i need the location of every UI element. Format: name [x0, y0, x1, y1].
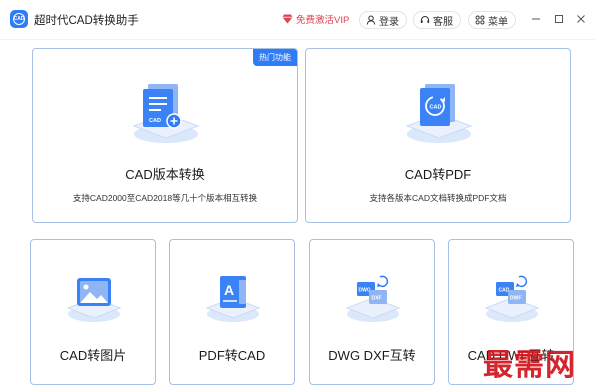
svg-text:CAD: CAD: [149, 118, 161, 124]
pdf-to-cad-title: PDF转CAD: [198, 348, 266, 363]
svg-text:CAD: CAD: [430, 105, 442, 111]
maximize-icon: [555, 15, 563, 23]
title-bar: CAD 超时代CAD转换助手 免费激活VIP 登录 客服 菜单: [0, 0, 595, 40]
svg-text:A: A: [224, 282, 234, 298]
app-title: 超时代CAD转换助手: [34, 15, 139, 27]
cad-version-convert-title: CAD版本转换: [125, 167, 205, 182]
text-a-icon: A: [205, 276, 261, 322]
menu-button[interactable]: 菜单: [468, 11, 516, 29]
dwg-dxf-swap-icon: DWG DXF: [345, 275, 401, 322]
activate-vip-button[interactable]: 免费激活VIP: [282, 12, 349, 26]
cad-to-pdf-card[interactable]: CAD CAD转PDF 支持各版本CAD文档转换成PDF文档: [305, 48, 571, 223]
cad-dwf-swap-icon: CAD DWF: [484, 275, 540, 322]
cad-version-convert-card[interactable]: 热门功能 CAD CAD版本转换 支持CAD2000至CAD2018等几十个版本…: [32, 48, 298, 223]
watermark: 最需网: [483, 349, 576, 382]
cad-to-pdf-title: CAD转PDF: [404, 167, 472, 182]
svg-text:DWF: DWF: [510, 296, 521, 302]
svg-text:DWG: DWG: [359, 288, 371, 294]
close-button[interactable]: [574, 12, 588, 26]
minimize-button[interactable]: [529, 12, 543, 26]
svg-text:DXF: DXF: [372, 296, 382, 302]
login-button[interactable]: 登录: [359, 11, 407, 29]
cad-version-convert-desc: 支持CAD2000至CAD2018等几十个版本相互转换: [72, 193, 258, 203]
cad-to-image-title: CAD转图片: [59, 348, 127, 363]
cad-to-image-card[interactable]: CAD转图片: [30, 239, 156, 385]
hot-feature-badge: 热门功能: [253, 49, 297, 66]
cad-file-plus-icon: CAD: [132, 84, 200, 143]
grid-icon: [475, 15, 485, 25]
pdf-to-cad-card[interactable]: A PDF转CAD: [169, 239, 295, 385]
customer-service-button[interactable]: 客服: [413, 11, 461, 29]
app-logo-icon: CAD: [10, 10, 28, 28]
close-icon: [577, 15, 585, 23]
picture-icon: [66, 278, 122, 322]
minimize-icon: [532, 18, 540, 20]
customer-service-label: 客服: [433, 16, 453, 28]
menu-label: 菜单: [488, 16, 508, 28]
maximize-button[interactable]: [552, 12, 566, 26]
dwg-dxf-convert-title: DWG DXF互转: [328, 348, 416, 363]
login-label: 登录: [379, 16, 399, 28]
headset-icon: [420, 16, 430, 23]
cad-to-pdf-desc: 支持各版本CAD文档转换成PDF文档: [369, 193, 507, 203]
diamond-icon: [282, 14, 293, 24]
activate-vip-label: 免费激活VIP: [296, 15, 350, 26]
user-icon: [366, 15, 376, 25]
dwg-dxf-convert-card[interactable]: DWG DXF DWG DXF互转: [309, 239, 435, 385]
cad-circle-convert-icon: CAD: [405, 84, 473, 143]
